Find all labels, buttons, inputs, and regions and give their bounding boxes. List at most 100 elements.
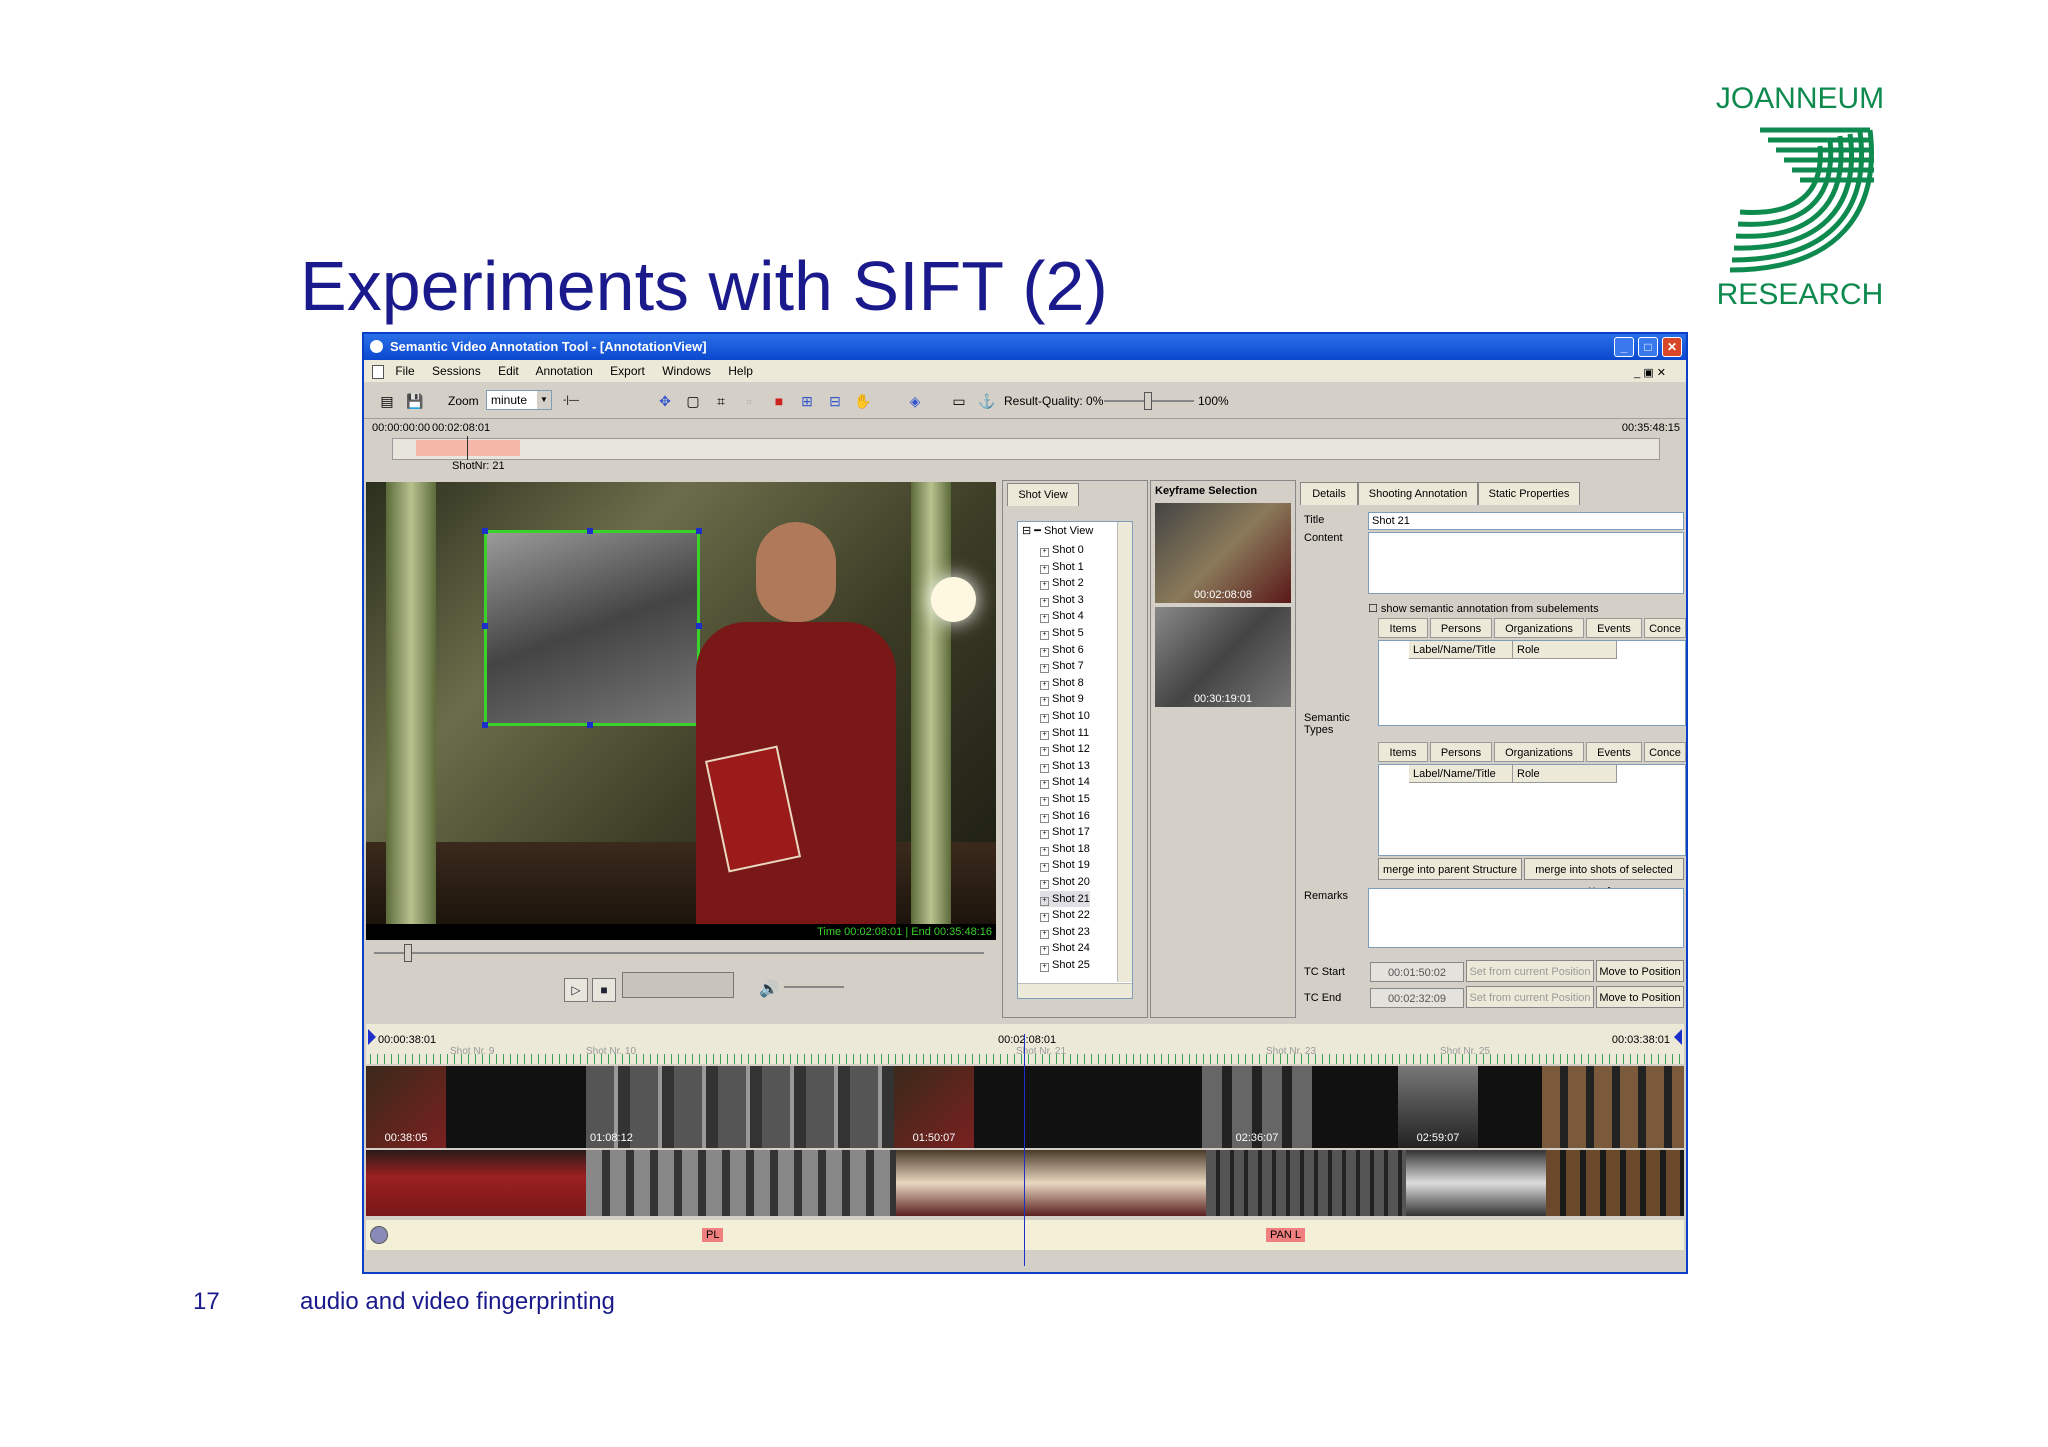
expand-icon[interactable]: + [1040, 830, 1049, 840]
strip-thumb[interactable]: 02:36:07 [1202, 1066, 1312, 1148]
subtab-events[interactable]: Events [1586, 618, 1642, 638]
tree-shot-item[interactable]: + Shot 22 [1040, 907, 1090, 923]
strip-thumb[interactable]: 01:08:12 [586, 1066, 916, 1148]
tree-shot-item[interactable]: + Shot 19 [1040, 857, 1090, 873]
window-titlebar[interactable]: Semantic Video Annotation Tool - [Annota… [364, 334, 1686, 360]
motion-strip[interactable] [366, 1150, 1684, 1216]
menu-edit[interactable]: Edit [498, 364, 519, 378]
tree-shot-item[interactable]: + Shot 18 [1040, 841, 1090, 857]
stop-icon[interactable]: ■ [592, 978, 616, 1002]
tree-hscrollbar[interactable] [1018, 983, 1132, 998]
menu-help[interactable]: Help [728, 364, 753, 378]
expand-icon[interactable]: + [1040, 747, 1049, 757]
keyframe-thumb[interactable]: 00:30:19:01 [1155, 607, 1291, 707]
tree-shot-item[interactable]: + Shot 6 [1040, 642, 1084, 658]
end-marker-icon[interactable] [1674, 1029, 1682, 1045]
move-icon[interactable]: ✥ [654, 390, 676, 412]
tab-static-properties[interactable]: Static Properties [1478, 482, 1580, 505]
expand-icon[interactable]: + [1040, 581, 1049, 591]
tree-shot-item[interactable]: + Shot 11 [1040, 725, 1089, 741]
grid-header-label[interactable]: Label/Name/Title [1409, 765, 1513, 783]
set-end-button[interactable]: Set from current Position [1466, 986, 1594, 1008]
title-input[interactable]: Shot 21 [1368, 512, 1684, 530]
expand-icon[interactable]: + [1040, 664, 1049, 674]
expand-icon[interactable]: + [1040, 963, 1049, 972]
camera-motion-track[interactable]: PL PAN L [366, 1220, 1684, 1250]
tab-details[interactable]: Details [1300, 482, 1358, 505]
tree-root[interactable]: ⊟ ━ Shot View [1022, 524, 1093, 537]
set-start-button[interactable]: Set from current Position [1466, 960, 1594, 982]
rectangle-icon[interactable]: ▢ [682, 390, 704, 412]
tree-shot-item[interactable]: + Shot 9 [1040, 691, 1084, 707]
subtab-organizations[interactable]: Organizations [1494, 742, 1584, 762]
expand-icon[interactable]: + [1040, 597, 1049, 607]
grid-header-role[interactable]: Role [1513, 765, 1617, 783]
minimize-button[interactable]: _ [1614, 337, 1634, 357]
subtab-persons[interactable]: Persons [1430, 618, 1492, 638]
menu-file[interactable]: File [395, 364, 414, 378]
resize-handle[interactable] [482, 528, 488, 534]
maximize-button[interactable]: □ [1638, 337, 1658, 357]
tree-shot-item[interactable]: + Shot 4 [1040, 608, 1084, 624]
timeline-ruler[interactable]: 00:00:38:01 00:02:08:01 00:03:38:01 Shot… [366, 1024, 1684, 1064]
subtab-items[interactable]: Items [1378, 618, 1428, 638]
remarks-input[interactable] [1368, 888, 1684, 948]
tree-shot-item[interactable]: + Shot 12 [1040, 741, 1090, 757]
track-icon[interactable] [370, 1226, 388, 1244]
expand-icon[interactable]: + [1040, 846, 1049, 856]
content-input[interactable] [1368, 532, 1684, 594]
tree-shot-item[interactable]: + Shot 7 [1040, 658, 1084, 674]
expand-icon[interactable]: + [1040, 763, 1049, 773]
menu-sessions[interactable]: Sessions [432, 364, 481, 378]
tree-shot-item[interactable]: + Shot 1 [1040, 559, 1084, 575]
move-start-button[interactable]: Move to Position [1596, 960, 1684, 982]
play-icon[interactable]: ▷ [564, 978, 588, 1002]
mdi-controls[interactable]: _ ▣ ✕ [1634, 362, 1666, 384]
subtab-events[interactable]: Events [1586, 742, 1642, 762]
tab-shooting-annotation[interactable]: Shooting Annotation [1358, 482, 1478, 505]
save-icon[interactable]: 💾 [404, 390, 426, 412]
volume-slider[interactable] [784, 986, 844, 988]
tree-shot-item[interactable]: + Shot 14 [1040, 774, 1090, 790]
expand-icon[interactable]: + [1040, 714, 1049, 723]
expand-icon[interactable]: + [1040, 863, 1049, 873]
zoom-select[interactable]: minute ▼ [486, 390, 552, 410]
keyframe-thumb[interactable]: 00:02:08:08 [1155, 503, 1291, 603]
detail-timeline[interactable]: 00:00:38:01 00:02:08:01 00:03:38:01 Shot… [366, 1024, 1684, 1270]
expand-icon[interactable]: + [1040, 946, 1049, 956]
resize-handle[interactable] [587, 722, 593, 728]
tree-shot-item[interactable]: + Shot 21 [1040, 890, 1090, 907]
close-button[interactable]: ✕ [1662, 337, 1682, 357]
resize-handle[interactable] [482, 722, 488, 728]
expand-icon[interactable]: + [1040, 797, 1049, 806]
grid-header-role[interactable]: Role [1513, 641, 1617, 659]
expand-icon[interactable]: + [1040, 548, 1049, 557]
strip-thumb[interactable] [1542, 1066, 1684, 1148]
video-seek-slider[interactable] [404, 944, 412, 962]
menu-windows[interactable]: Windows [662, 364, 711, 378]
tc-start-input[interactable]: 00:01:50:02 [1370, 962, 1464, 982]
tab-shot-view[interactable]: Shot View [1007, 483, 1079, 506]
hand-icon[interactable]: ✋ [852, 390, 874, 412]
expand-icon[interactable]: + [1040, 780, 1049, 790]
result-quality-slider[interactable] [1144, 392, 1152, 410]
tree-shot-item[interactable]: + Shot 0 [1040, 542, 1084, 558]
playhead[interactable] [1024, 1034, 1025, 1266]
motion-tag[interactable]: PAN L [1266, 1228, 1305, 1242]
tc-end-input[interactable]: 00:02:32:09 [1370, 988, 1464, 1008]
color-icon[interactable]: ■ [768, 390, 790, 412]
expand-icon[interactable]: + [1040, 913, 1049, 923]
tree-scrollbar[interactable] [1117, 522, 1132, 982]
move-end-button[interactable]: Move to Position [1596, 986, 1684, 1008]
subtab-organizations[interactable]: Organizations [1494, 618, 1584, 638]
monitor-icon[interactable]: ▭ [948, 390, 970, 412]
timeline-bar[interactable] [392, 438, 1660, 460]
subtab-concepts[interactable]: Conce [1644, 618, 1686, 638]
overview-timeline[interactable]: 00:00:00:00 00:02:08:01 00:35:48:15 Shot… [372, 418, 1680, 476]
subelements-checkbox[interactable]: ☐ show semantic annotation from subeleme… [1368, 602, 1599, 615]
expand-icon[interactable]: + [1040, 813, 1049, 823]
timeline-cursor[interactable] [467, 436, 468, 460]
keyframe-strip[interactable]: 00:38:05 01:08:12 01:50:07 02:36:07 02:5… [366, 1066, 1684, 1148]
menu-export[interactable]: Export [610, 364, 645, 378]
remove-region-icon[interactable]: ⊟ [824, 390, 846, 412]
